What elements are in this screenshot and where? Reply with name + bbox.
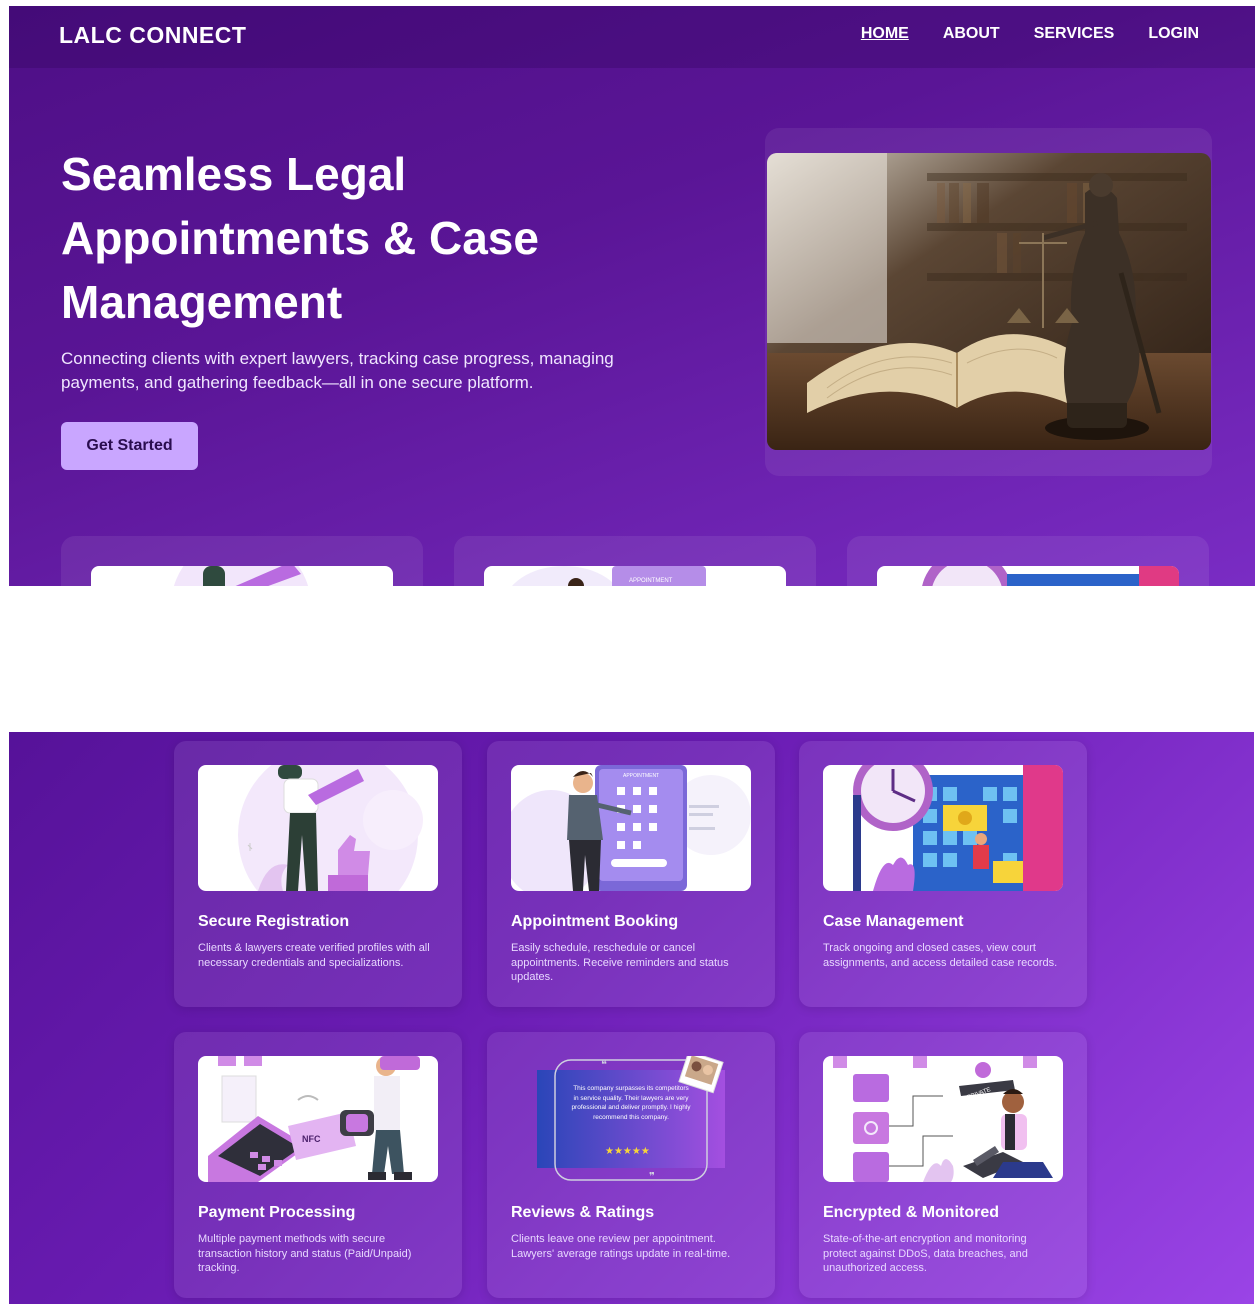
feature-image: APPOINTMENT	[511, 765, 751, 891]
registration-illustration-peek	[173, 566, 309, 586]
feature-description: Track ongoing and closed cases, view cou…	[823, 942, 1058, 969]
hero-title: Seamless Legal Appointments & Case Manag…	[61, 148, 539, 328]
feature-description: State-of-the-art encryption and monitori…	[823, 1233, 1028, 1274]
nav-link-home[interactable]: HOME	[861, 25, 909, 43]
feature-description: Easily schedule, reschedule or cancel ap…	[511, 942, 729, 983]
feature-image-peek-1	[91, 566, 393, 586]
feature-image-peek-3	[877, 566, 1179, 586]
lady-justice-illustration	[767, 153, 1211, 450]
review-quote: This company surpasses its competitors i…	[571, 1085, 691, 1121]
encryption-illustration: PRIVATE	[833, 1056, 1053, 1182]
feature-card-peek-1	[61, 536, 423, 586]
feature-title: Case Management	[823, 913, 964, 930]
hero-image-card	[765, 128, 1212, 476]
rating-stars: ★★★★★	[605, 1146, 650, 1157]
svg-text:❞: ❞	[649, 1171, 655, 1182]
registration-illustration	[238, 765, 423, 891]
case-illustration-peek	[922, 566, 1179, 586]
feature-image: PRIVATE	[823, 1056, 1063, 1182]
feature-card-encrypted-monitored[interactable]: PRIVATE Encrypted & Monitored State-of-t…	[799, 1032, 1087, 1298]
payment-illustration: NFC	[208, 1056, 420, 1182]
feature-description: Clients & lawyers create verified profil…	[198, 942, 430, 969]
feature-image-peek-2: APPOINTMENT	[484, 566, 786, 586]
feature-card-appointment-booking[interactable]: APPOINTMENT Appointment Booking Easily s…	[487, 741, 775, 1007]
feature-image	[823, 765, 1063, 891]
appointment-label-peek: APPOINTMENT	[629, 578, 673, 584]
navbar: LALC CONNECT HOME ABOUT SERVICES LOGIN	[9, 6, 1255, 68]
feature-description: Multiple payment methods with secure tra…	[198, 1233, 412, 1274]
case-management-illustration	[853, 765, 1063, 891]
appointment-illustration: APPOINTMENT	[511, 765, 751, 891]
get-started-button[interactable]: Get Started	[61, 422, 198, 470]
nav-links: HOME ABOUT SERVICES LOGIN	[861, 25, 1199, 43]
feature-title: Secure Registration	[198, 913, 350, 930]
site-logo[interactable]: LALC CONNECT	[59, 22, 246, 49]
lady-justice-image	[767, 153, 1211, 450]
feature-card-secure-registration[interactable]: Secure Registration Clients & lawyers cr…	[174, 741, 462, 1007]
feature-title: Appointment Booking	[511, 913, 679, 930]
feature-card-peek-3	[847, 536, 1209, 586]
feature-image: NFC	[198, 1056, 438, 1182]
nav-link-about[interactable]: ABOUT	[943, 25, 1000, 43]
reviews-illustration: ❝ ❞ This company surpasses its competito…	[537, 1056, 725, 1182]
features-screenshot: Secure Registration Clients & lawyers cr…	[9, 732, 1254, 1304]
feature-card-reviews-ratings[interactable]: ❝ ❞ This company surpasses its competito…	[487, 1032, 775, 1298]
nav-link-services[interactable]: SERVICES	[1034, 25, 1115, 43]
nav-link-login[interactable]: LOGIN	[1148, 25, 1199, 43]
feature-description: Clients leave one review per appointment…	[511, 1233, 731, 1260]
feature-title: Encrypted & Monitored	[823, 1204, 1000, 1221]
feature-card-peek-2: APPOINTMENT	[454, 536, 816, 586]
feature-card-case-management[interactable]: Case Management Track ongoing and closed…	[799, 741, 1087, 1007]
appointment-illustration-peek: APPOINTMENT	[512, 566, 706, 586]
svg-text:❝: ❝	[601, 1059, 607, 1071]
appointment-label: APPOINTMENT	[623, 773, 659, 779]
feature-title: Payment Processing	[198, 1204, 356, 1221]
nfc-label: NFC	[302, 1134, 321, 1144]
hero-subtitle: Connecting clients with expert lawyers, …	[61, 349, 614, 392]
feature-image	[198, 765, 438, 891]
hero-screenshot: LALC CONNECT HOME ABOUT SERVICES LOGIN S…	[9, 6, 1255, 586]
feature-card-payment-processing[interactable]: NFC Payment Processing Multiple payment …	[174, 1032, 462, 1298]
feature-image: ❝ ❞ This company surpasses its competito…	[511, 1056, 751, 1182]
feature-title: Reviews & Ratings	[511, 1204, 655, 1221]
